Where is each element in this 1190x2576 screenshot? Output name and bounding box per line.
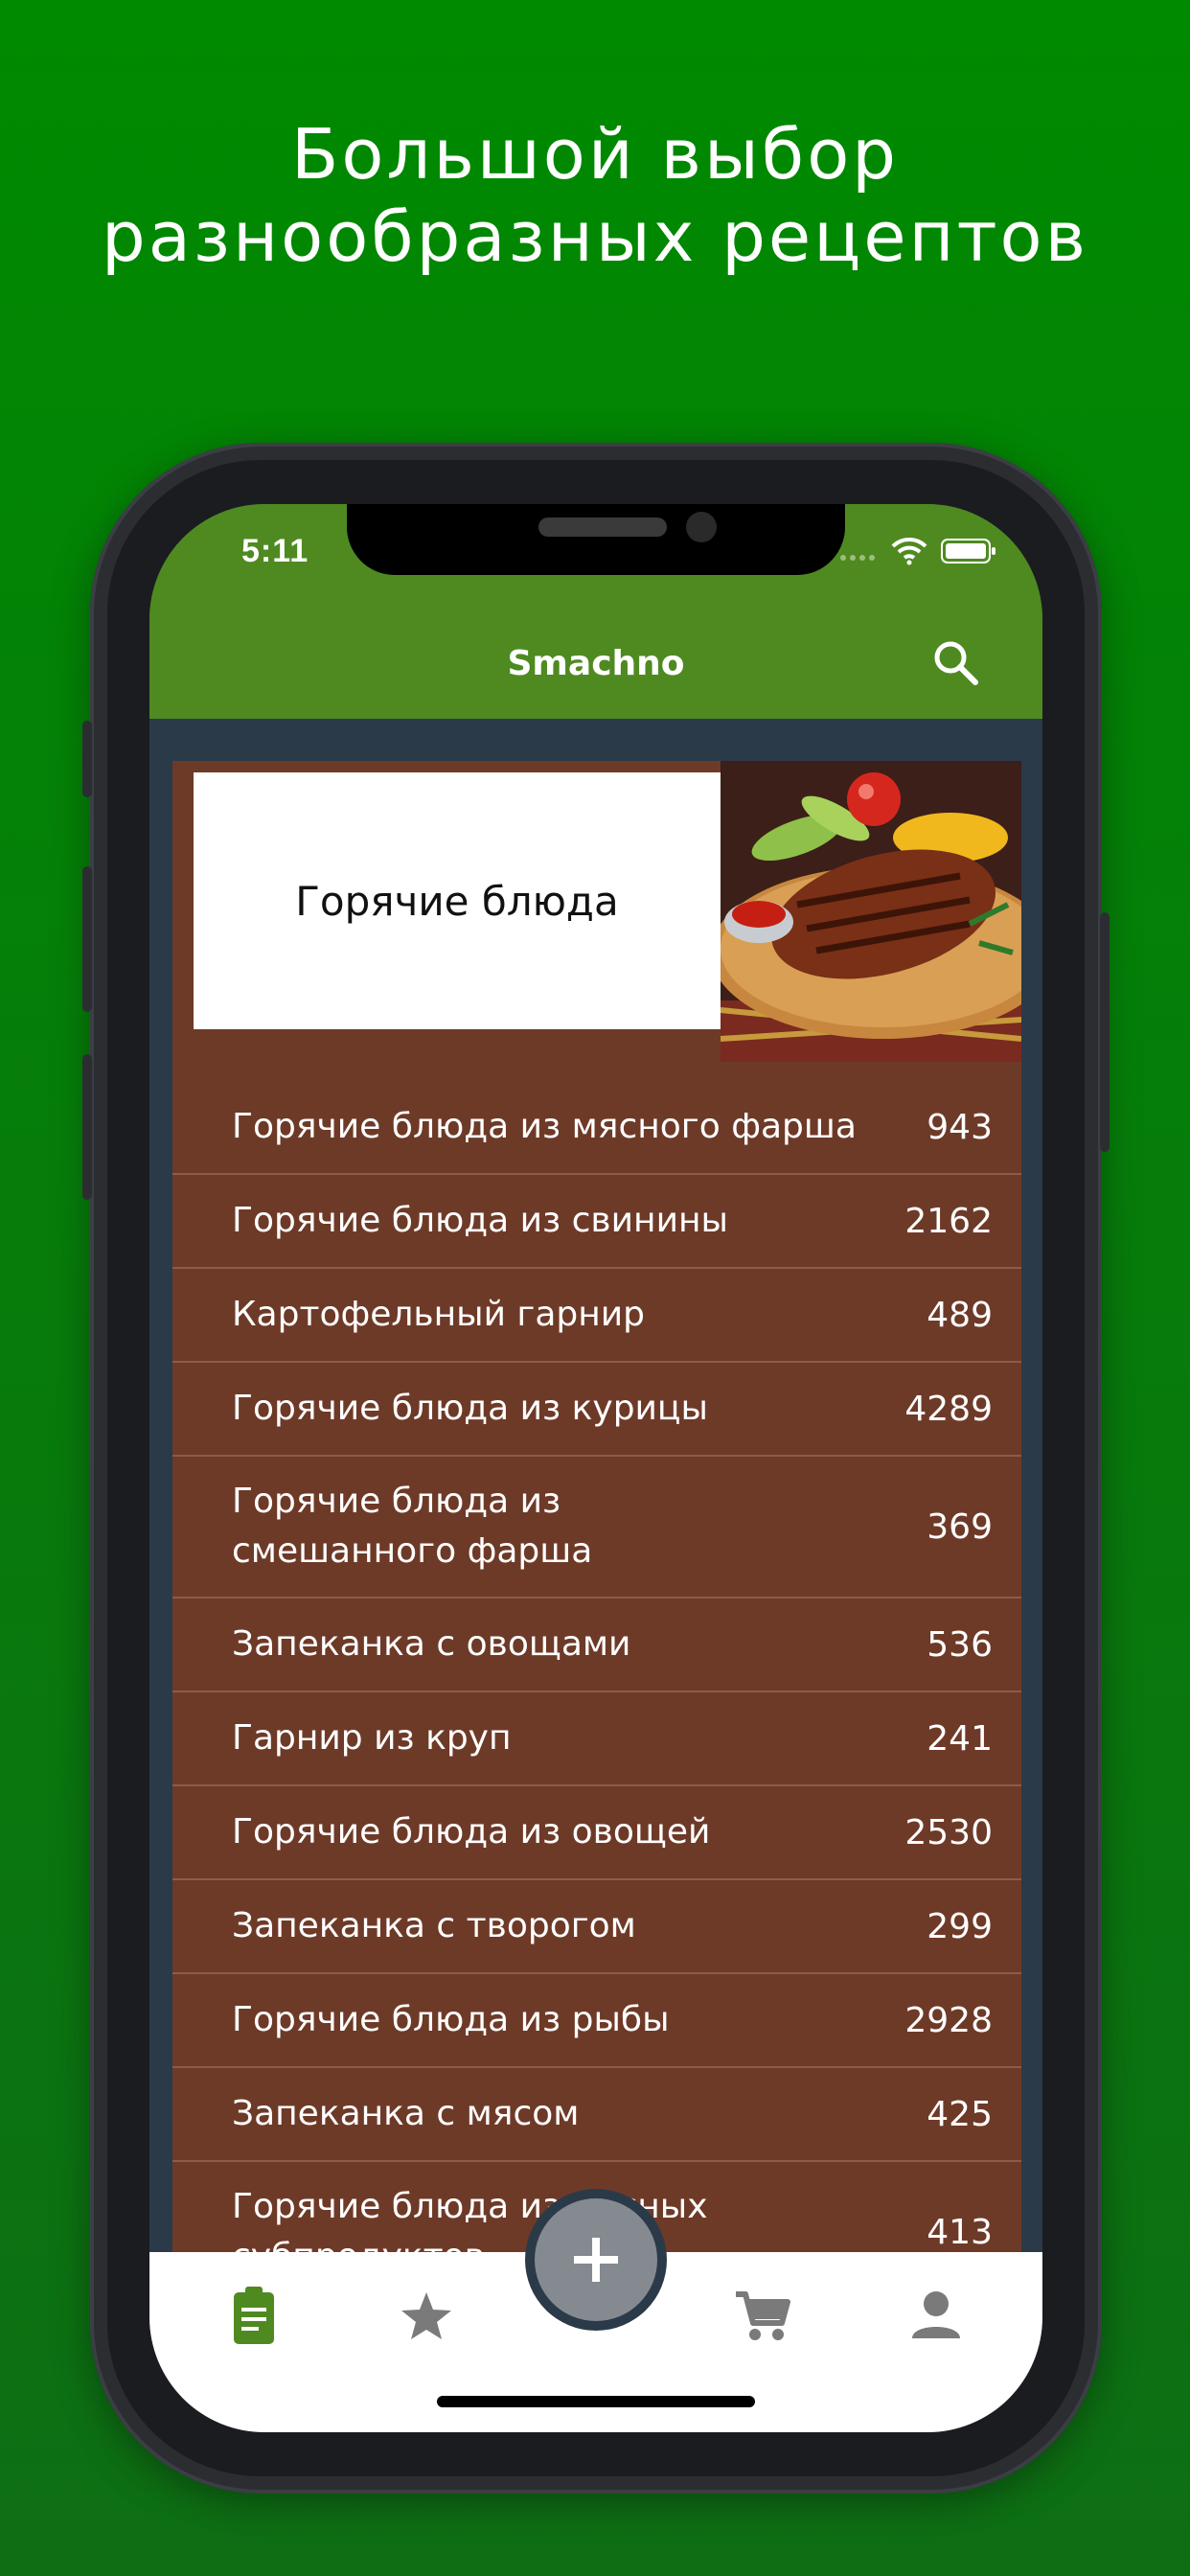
app-bar: Smachno	[149, 610, 1042, 719]
battery-icon	[941, 539, 995, 564]
wifi-icon	[891, 537, 927, 565]
promo-title-line-2: разнообразных рецептов	[101, 196, 1089, 277]
add-button-face	[535, 2198, 657, 2321]
recipe-category-label: Запеканка с мясом	[232, 2094, 580, 2133]
recipe-category-label: Горячие блюда из свинины	[232, 1201, 728, 1240]
recipe-count: 2530	[904, 1812, 993, 1852]
promo-title-line-1: Большой выбор	[291, 114, 899, 195]
phone-notch	[347, 504, 845, 575]
recipe-category-row[interactable]: Запеканка с мясом 425	[172, 2068, 1021, 2162]
recipe-category-label: Гарнир из круп	[232, 1718, 512, 1758]
category-header[interactable]: Горячие блюда	[194, 772, 721, 1029]
recipe-category-label: Горячие блюда из смешанного фарша	[232, 1482, 593, 1571]
recipe-count: 2928	[904, 2000, 993, 2040]
favorites-star-icon	[401, 2292, 451, 2339]
recipe-category-label: Горячие блюда из курицы	[232, 1389, 708, 1428]
add-recipe-button[interactable]	[525, 2189, 667, 2331]
recipe-category-row[interactable]: Запеканка с овощами 536	[172, 1598, 1021, 1692]
tab-favorites[interactable]	[393, 2281, 460, 2348]
status-time: 5:11	[241, 533, 309, 569]
recipe-category-row[interactable]: Гарнир из круп 241	[172, 1692, 1021, 1786]
profile-icon	[912, 2291, 960, 2338]
cart-icon	[736, 2291, 790, 2340]
recipe-category-row[interactable]: Горячие блюда из курицы 4289	[172, 1363, 1021, 1457]
recipe-count: 369	[927, 1506, 993, 1547]
content-area: Горячие блюда Горячие блюда из мясного ф…	[149, 719, 1042, 2333]
recipe-count: 413	[927, 2212, 993, 2252]
recipe-category-row[interactable]: Горячие блюда из смешанного фарша 369	[172, 1457, 1021, 1598]
recipe-count: 4289	[904, 1389, 993, 1429]
status-icons	[839, 537, 996, 565]
phone-power-button	[1100, 912, 1110, 1152]
search-button[interactable]	[929, 636, 983, 690]
front-camera	[686, 512, 717, 542]
app-title: Smachno	[507, 644, 685, 683]
phone-volume-up	[82, 866, 92, 1012]
recipe-count: 425	[927, 2094, 993, 2134]
add-icon	[574, 2238, 618, 2282]
recipe-count: 943	[927, 1107, 993, 1147]
recipe-category-label: Картофельный гарнир	[232, 1295, 646, 1334]
recipe-list: Горячие блюда из мясного фарша 943 Горячие…	[172, 1081, 1021, 2304]
category-title: Горячие блюда	[295, 877, 619, 925]
category-image	[721, 761, 1021, 1062]
tab-recipes[interactable]	[220, 2281, 287, 2348]
recipe-category-label: Горячие блюда из мясного фарша	[232, 1107, 857, 1146]
tab-cart[interactable]	[728, 2281, 795, 2348]
recipe-category-row[interactable]: Горячие блюда из свинины 2162	[172, 1175, 1021, 1269]
recipe-count: 489	[927, 1295, 993, 1335]
cellular-icon	[840, 555, 875, 561]
search-icon	[934, 641, 978, 685]
recipe-count: 2162	[904, 1201, 993, 1241]
home-indicator[interactable]	[437, 2396, 755, 2407]
recipe-category-label: Горячие блюда из рыбы	[232, 2000, 670, 2039]
phone-volume-down	[82, 1054, 92, 1200]
recipe-category-row[interactable]: Горячие блюда из мясного фарша 943	[172, 1081, 1021, 1175]
recipe-category-row[interactable]: Картофельный гарнир 489	[172, 1269, 1021, 1363]
recipe-category-row[interactable]: Горячие блюда из овощей 2530	[172, 1786, 1021, 1880]
recipe-count: 299	[927, 1906, 993, 1946]
earpiece-speaker	[538, 518, 667, 537]
category-card: Горячие блюда Горячие блюда из мясного ф…	[172, 761, 1021, 2333]
recipe-category-label: Горячие блюда из овощей	[232, 1812, 711, 1852]
phone-screen: 5:11 Smachno Горячие блюда Горячие блюда…	[149, 504, 1042, 2432]
recipe-category-label: Запеканка с творогом	[232, 1906, 636, 1945]
promo-title: Большой выбор разнообразных рецептов	[0, 113, 1190, 278]
recipe-count: 536	[927, 1624, 993, 1665]
recipe-count: 241	[927, 1718, 993, 1759]
tab-profile[interactable]	[903, 2281, 970, 2348]
recipe-category-row[interactable]: Запеканка с творогом 299	[172, 1880, 1021, 1974]
recipes-clipboard-icon	[234, 2287, 274, 2344]
phone-mute-switch	[82, 721, 92, 797]
recipe-category-label: Запеканка с овощами	[232, 1624, 631, 1664]
recipe-category-row[interactable]: Горячие блюда из рыбы 2928	[172, 1974, 1021, 2068]
